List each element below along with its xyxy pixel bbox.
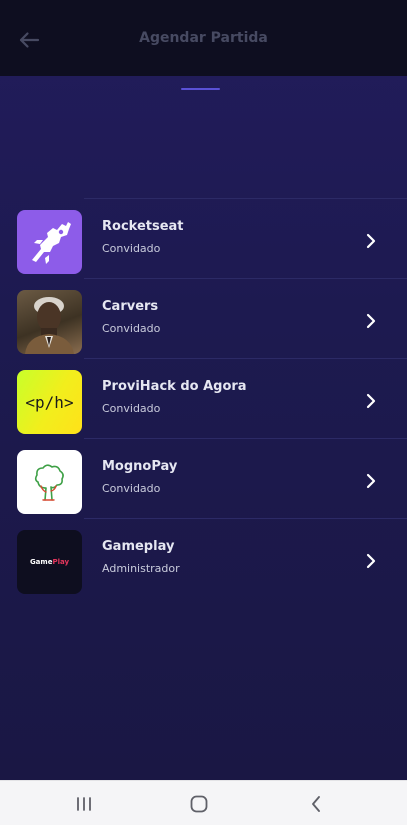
guild-role: Convidado (102, 322, 161, 335)
divider (84, 438, 407, 439)
guild-name: Gameplay (102, 539, 175, 554)
home-button[interactable] (184, 791, 214, 817)
guild-item-provihack[interactable]: <p/h> ProviHack do Agora Convidado (0, 358, 407, 438)
guild-item-rocketseat[interactable]: Rocketseat Convidado (0, 198, 407, 278)
guild-item-gameplay[interactable]: GamePlay Gameplay Administrador (0, 518, 407, 598)
divider (84, 518, 407, 519)
sheet-handle (181, 88, 220, 90)
carvers-avatar (17, 290, 82, 354)
guild-item-mognopay[interactable]: MognoPay Convidado (0, 438, 407, 518)
guild-role: Convidado (102, 482, 161, 495)
divider (84, 198, 407, 199)
rocket-logo-icon (32, 222, 71, 264)
page-title: Agendar Partida (139, 30, 268, 46)
chevron-right-icon (366, 473, 376, 489)
chevron-right-icon (366, 233, 376, 249)
gameplay-logo-text: GamePlay (30, 558, 69, 566)
app-screen: Agendar Partida Rocketseat Convidado Car… (0, 0, 407, 780)
home-icon (190, 795, 208, 813)
guild-role: Convidado (102, 402, 161, 415)
rocketseat-avatar (17, 210, 82, 274)
guild-name: Carvers (102, 299, 159, 314)
chevron-right-icon (366, 313, 376, 329)
recent-apps-button[interactable] (69, 791, 99, 817)
mognopay-avatar (17, 450, 82, 514)
chevron-right-icon (366, 553, 376, 569)
divider (84, 278, 407, 279)
provihack-logo-text: <p/h> (25, 392, 74, 412)
system-back-button[interactable] (301, 791, 331, 817)
back-chevron-icon (312, 796, 320, 812)
gameplay-logo-part2: Play (52, 558, 70, 566)
recent-apps-icon (77, 797, 91, 811)
provihack-avatar: <p/h> (17, 370, 82, 434)
guild-name: MognoPay (102, 459, 178, 474)
guild-item-carvers[interactable]: Carvers Convidado (0, 278, 407, 358)
guild-role: Administrador (102, 562, 180, 575)
portrait-photo-icon (25, 297, 74, 354)
system-navbar (0, 780, 407, 825)
guild-name: Rocketseat (102, 219, 184, 234)
divider (84, 358, 407, 359)
chevron-right-icon (366, 393, 376, 409)
guild-role: Convidado (102, 242, 161, 255)
guild-name: ProviHack do Agora (102, 379, 247, 394)
gameplay-logo-part1: Game (29, 558, 53, 566)
guild-list: Rocketseat Convidado Carvers Convidado <… (0, 198, 407, 598)
tree-logo-icon (34, 464, 64, 501)
header: Agendar Partida (0, 0, 407, 76)
gameplay-avatar: GamePlay (17, 530, 82, 594)
